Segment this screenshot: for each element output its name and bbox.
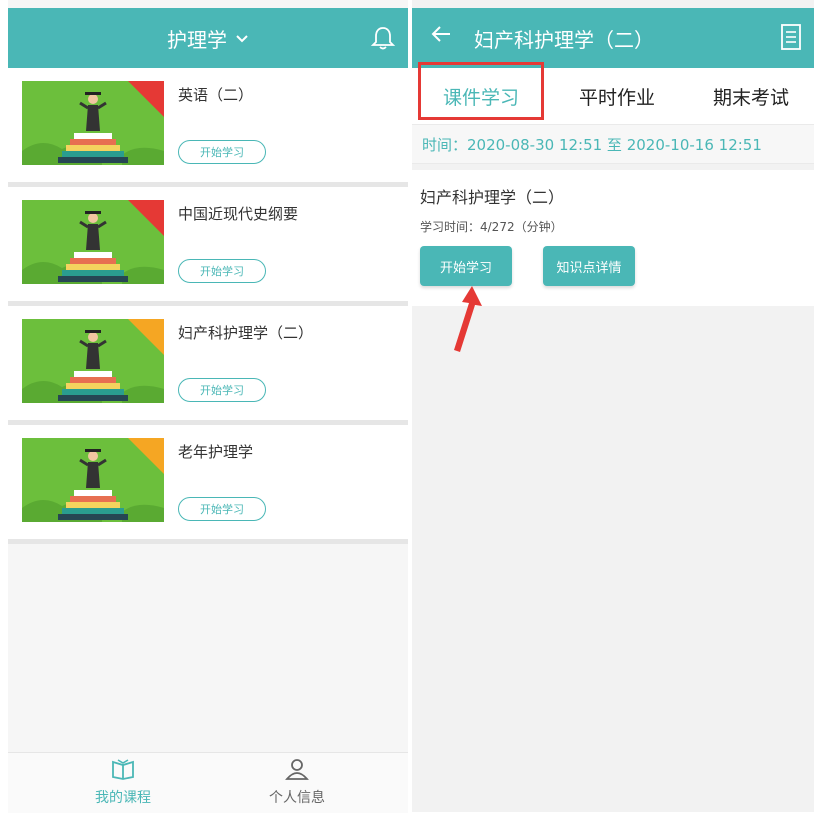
course-title: 英语（二） (178, 86, 254, 104)
course-title: 妇产科护理学（二） (420, 188, 565, 207)
course-title: 老年护理学 (178, 443, 254, 461)
start-learning-button[interactable]: 开始学习 (178, 140, 266, 164)
start-learning-button[interactable]: 开始学习 (420, 246, 512, 286)
back-arrow-icon[interactable] (430, 24, 452, 50)
highlight-box (418, 62, 544, 120)
major-selector[interactable]: 护理学 (8, 8, 408, 68)
page-title: 妇产科护理学（二） (474, 28, 654, 52)
start-learning-button[interactable]: 开始学习 (178, 378, 266, 402)
chevron-down-icon (235, 29, 249, 48)
book-icon (109, 757, 137, 785)
time-range: 时间：2020-08-30 12:51 至 2020-10-16 12:51 (412, 124, 814, 164)
course-card[interactable]: 英语（二） 开始学习 (8, 68, 408, 182)
nav-label: 个人信息 (269, 790, 325, 806)
nav-label: 我的课程 (95, 790, 151, 806)
course-detail-screen: 妇产科护理学（二） 课件学习 平时作业 期末考试 时间：2020-08-30 1… (412, 0, 814, 812)
bell-icon[interactable] (370, 25, 396, 51)
nav-profile[interactable]: 个人信息 (242, 757, 352, 807)
course-thumbnail (22, 319, 164, 403)
start-learning-button[interactable]: 开始学习 (178, 259, 266, 283)
document-icon[interactable] (778, 22, 804, 52)
bottom-nav: 我的课程 个人信息 (8, 752, 408, 813)
knowledge-details-button[interactable]: 知识点详情 (543, 246, 635, 286)
start-learning-button[interactable]: 开始学习 (178, 497, 266, 521)
top-bar: 妇产科护理学（二） (412, 8, 814, 68)
course-card[interactable]: 中国近现代史纲要 开始学习 (8, 187, 408, 301)
tab-homework[interactable]: 平时作业 (552, 68, 682, 124)
course-list-screen: 护理学 英语（二） 开始学习 中国近现代史纲要 开始学习 妇产科护理学（二） 开… (8, 0, 408, 813)
course-title: 妇产科护理学（二） (178, 324, 314, 342)
course-thumbnail (22, 200, 164, 284)
divider (8, 539, 408, 544)
major-title: 护理学 (167, 27, 227, 52)
red-arrow-annotation (448, 286, 484, 352)
top-bar: 护理学 (8, 8, 408, 68)
course-card[interactable]: 妇产科护理学（二） 开始学习 (8, 306, 408, 420)
tab-final-exam[interactable]: 期末考试 (688, 68, 814, 124)
nav-my-courses[interactable]: 我的课程 (68, 757, 178, 807)
study-time: 学习时间：4/272（分钟） (420, 220, 563, 234)
course-thumbnail (22, 438, 164, 522)
course-title: 中国近现代史纲要 (178, 205, 299, 223)
course-thumbnail (22, 81, 164, 165)
user-icon (283, 757, 311, 785)
course-card[interactable]: 老年护理学 开始学习 (8, 425, 408, 539)
